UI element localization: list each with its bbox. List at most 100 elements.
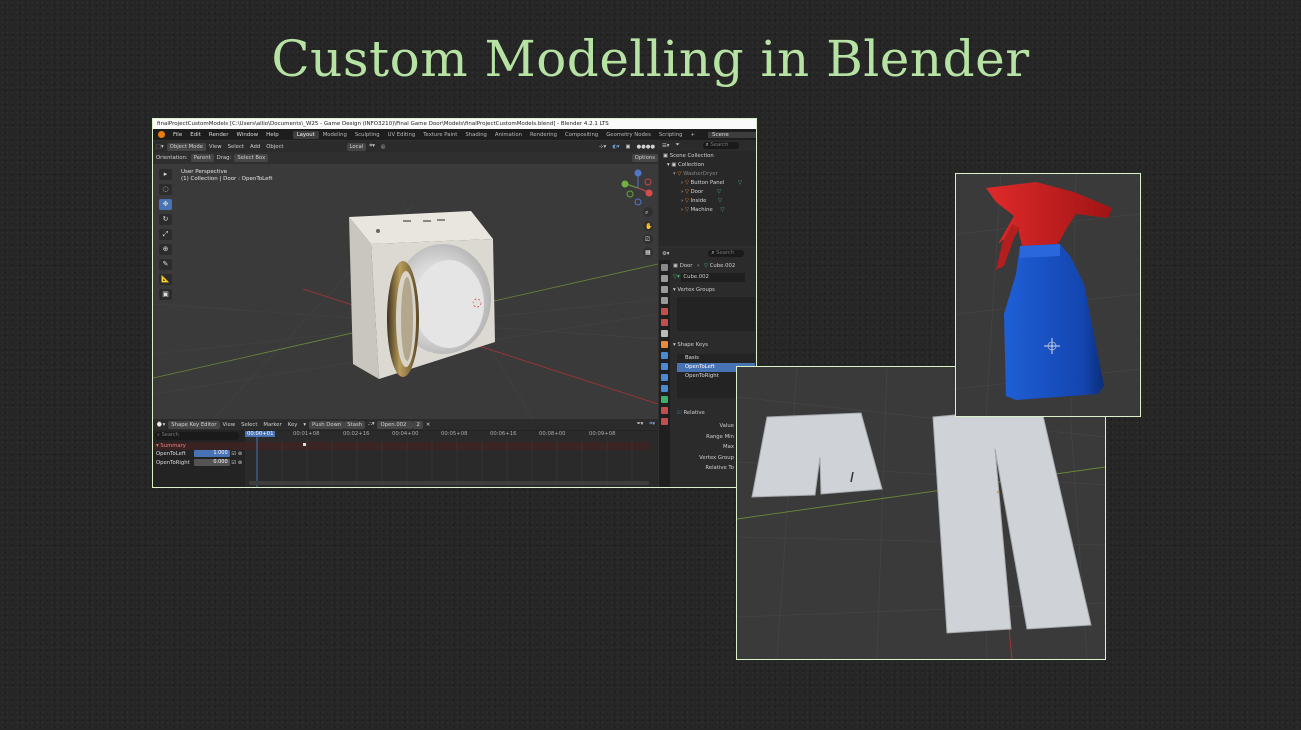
outliner-item-door[interactable]: › ▽ Door ▽: [681, 188, 721, 197]
move-tool-button[interactable]: ✥: [159, 199, 172, 210]
action-name-field[interactable]: Open.002: [377, 420, 414, 429]
channel-search[interactable]: ⌕ Search: [155, 432, 239, 440]
overlay-icon[interactable]: ◐▾: [609, 144, 622, 150]
lock-icon[interactable]: ⊚: [238, 451, 242, 457]
outliner-item-inside[interactable]: › ▽ Inside ▽: [681, 197, 722, 206]
channel-row[interactable]: OpenToLeft 1.000 ☑ ⊚: [153, 450, 248, 459]
outliner-item-washerdryer[interactable]: ▾ ▽ WasherDryer: [673, 170, 718, 179]
checkbox-icon[interactable]: ☑: [231, 451, 236, 457]
transform-pivot-dropdown[interactable]: Local: [346, 142, 367, 151]
channel-value[interactable]: 0.000: [193, 459, 230, 466]
view-layer-tab-icon[interactable]: [661, 297, 668, 304]
scale-tool-button[interactable]: ⤢: [159, 229, 172, 240]
add-cube-tool-button[interactable]: ▣: [159, 289, 172, 300]
filter-icon[interactable]: ⏷: [672, 142, 682, 149]
editor-type-icon[interactable]: ⌚▾: [153, 422, 168, 428]
current-frame-indicator[interactable]: 00:00+01: [245, 431, 276, 437]
properties-type-icon[interactable]: ⚙▾: [659, 251, 672, 257]
object-tab-icon[interactable]: [661, 341, 668, 348]
menu-view[interactable]: View: [206, 144, 225, 150]
push-down-button[interactable]: Push Down: [309, 420, 345, 429]
menu-file[interactable]: File: [169, 132, 186, 138]
tab-rendering[interactable]: Rendering: [526, 131, 561, 139]
drag-dropdown[interactable]: Select Box: [234, 153, 269, 162]
outliner-item-scene-collection[interactable]: ▣ Scene Collection: [663, 152, 714, 161]
close-icon[interactable]: ✕: [423, 422, 433, 428]
mesh-name-field[interactable]: Cube.002: [681, 273, 746, 282]
keyframe-type-icon[interactable]: ▾: [300, 422, 309, 428]
outliner-item-button-panel[interactable]: › ▽ Button Panel ▽: [681, 179, 742, 188]
annotate-tool-button[interactable]: ✎: [159, 259, 172, 270]
particles-tab-icon[interactable]: [661, 363, 668, 370]
3d-viewport[interactable]: ▸ ◌ ✥ ↻ ⤢ ⊕ ✎ 📐 ▣ User Perspective (1) C…: [153, 164, 658, 419]
xray-icon[interactable]: ▣: [622, 144, 633, 150]
snap-icon[interactable]: ⌗▾: [366, 143, 378, 150]
editor-mode-dropdown[interactable]: Shape Key Editor: [168, 420, 220, 429]
navigation-gizmo[interactable]: ⌕ ✋ ⎚ ▦: [618, 168, 656, 264]
gizmo-icon[interactable]: ⊹▾: [596, 144, 609, 150]
vertex-groups-list[interactable]: [677, 297, 755, 331]
stash-button[interactable]: Stash: [344, 420, 366, 429]
tab-sculpting[interactable]: Sculpting: [351, 131, 384, 139]
outliner-item-collection[interactable]: ▾ ▣ Collection: [667, 161, 704, 170]
snap-icon[interactable]: ⌗▾: [646, 421, 658, 428]
tab-compositing[interactable]: Compositing: [561, 131, 602, 139]
tab-animation[interactable]: Animation: [491, 131, 526, 139]
channel-value[interactable]: 1.000: [193, 450, 230, 457]
tab-shading[interactable]: Shading: [461, 131, 491, 139]
scene-tab-icon[interactable]: [661, 308, 668, 315]
data-tab-icon[interactable]: [661, 396, 668, 403]
rotate-tool-button[interactable]: ↻: [159, 214, 172, 225]
menu-view[interactable]: View: [220, 422, 239, 428]
menu-help[interactable]: Help: [262, 132, 283, 138]
editor-type-icon[interactable]: ⬚▾: [153, 144, 167, 150]
keyframe-area[interactable]: 00:00+01 00:01+08 00:02+16 00:04+00 00:0…: [245, 431, 658, 487]
mode-dropdown[interactable]: Object Mode: [166, 142, 207, 151]
channel-row[interactable]: OpenToRight 0.000 ☑ ⊚: [153, 459, 248, 468]
relative-checkbox[interactable]: ☑ Relative: [677, 410, 705, 416]
orientation-dropdown[interactable]: Parent: [190, 153, 214, 162]
vertex-groups-panel-header[interactable]: ▾ Vertex Groups: [673, 287, 715, 293]
blender-logo-icon[interactable]: [158, 131, 165, 138]
modifier-tab-icon[interactable]: [661, 352, 668, 359]
tool-tab-icon[interactable]: [661, 264, 668, 271]
material-tab-icon[interactable]: [661, 407, 668, 414]
constraints-tab-icon[interactable]: [661, 385, 668, 392]
tab-modeling[interactable]: Modeling: [319, 131, 351, 139]
tab-geometry-nodes[interactable]: Geometry Nodes: [602, 131, 655, 139]
channel-summary[interactable]: ▾ Summary: [153, 442, 245, 450]
physics-tab-icon[interactable]: [661, 374, 668, 381]
tab-layout[interactable]: Layout: [292, 130, 319, 139]
menu-select[interactable]: Select: [225, 144, 247, 150]
list-item[interactable]: Basis: [677, 354, 755, 363]
proportional-icon[interactable]: ◎: [378, 144, 389, 150]
outliner-type-icon[interactable]: ☰▾: [659, 143, 672, 149]
texture-tab-icon[interactable]: [661, 418, 668, 425]
transform-tool-button[interactable]: ⊕: [159, 244, 172, 255]
menu-select[interactable]: Select: [238, 422, 260, 428]
add-workspace-button[interactable]: +: [686, 131, 698, 139]
outliner-item-machine[interactable]: › ▽ Machine ▽: [681, 206, 725, 215]
world-tab-icon[interactable]: [661, 319, 668, 326]
collection-tab-icon[interactable]: [661, 330, 668, 337]
output-tab-icon[interactable]: [661, 286, 668, 293]
properties-search[interactable]: ⌕ Search: [708, 250, 745, 257]
menu-object[interactable]: Object: [263, 144, 286, 150]
menu-render[interactable]: Render: [205, 132, 233, 138]
tab-scripting[interactable]: Scripting: [655, 131, 687, 139]
select-tool-button[interactable]: ▸: [159, 169, 172, 180]
tab-uv-editing[interactable]: UV Editing: [384, 131, 420, 139]
render-tab-icon[interactable]: [661, 275, 668, 282]
menu-key[interactable]: Key: [285, 422, 301, 428]
outliner-search[interactable]: ⌕ Search: [702, 142, 739, 149]
shape-keys-panel-header[interactable]: ▾ Shape Keys: [673, 342, 708, 348]
menu-marker[interactable]: Marker: [260, 422, 284, 428]
scene-selector[interactable]: Scene: [708, 131, 756, 138]
lock-icon[interactable]: ⊚: [238, 460, 242, 466]
menu-edit[interactable]: Edit: [186, 132, 205, 138]
shading-solid-icon[interactable]: ●●●●: [634, 144, 659, 150]
menu-window[interactable]: Window: [232, 132, 262, 138]
options-dropdown[interactable]: Options: [631, 153, 658, 162]
measure-tool-button[interactable]: 📐: [159, 274, 172, 285]
menu-add[interactable]: Add: [247, 144, 263, 150]
